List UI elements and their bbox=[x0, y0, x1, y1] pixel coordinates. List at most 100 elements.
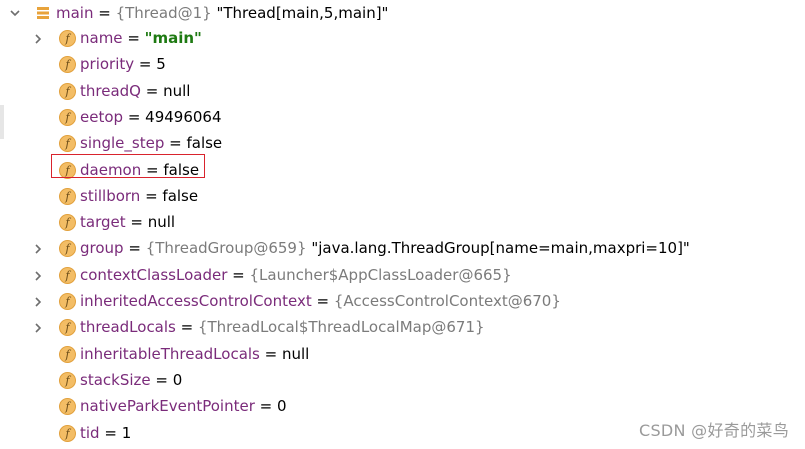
tree-row-threadQ[interactable]: f threadQ = null bbox=[0, 79, 805, 105]
field-icon: f bbox=[59, 109, 76, 126]
field-icon: f bbox=[59, 56, 76, 73]
field-text: contextClassLoader = {Launcher$AppClassL… bbox=[80, 266, 512, 284]
field-value: null bbox=[163, 82, 191, 100]
tree-row-inheritedAccessControlContext[interactable]: f inheritedAccessControlContext = {Access… bbox=[0, 289, 805, 315]
field-name: group bbox=[80, 239, 124, 257]
field-text: target = null bbox=[80, 213, 175, 231]
field-icon: f bbox=[59, 319, 76, 336]
watermark: CSDN @好奇的菜鸟 bbox=[638, 421, 789, 440]
field-name: threadQ bbox=[80, 82, 141, 100]
field-value: "main" bbox=[144, 29, 202, 47]
field-equals: = bbox=[134, 55, 157, 73]
field-equals: = bbox=[140, 82, 164, 100]
field-name: target bbox=[80, 213, 126, 231]
tree-row-contextClassLoader[interactable]: f contextClassLoader = {Launcher$AppClass… bbox=[0, 263, 805, 289]
chevron-right-icon[interactable] bbox=[31, 32, 45, 46]
field-icon: f bbox=[59, 188, 76, 205]
field-text: name = "main" bbox=[80, 29, 202, 47]
field-text: single_step = false bbox=[80, 134, 222, 152]
field-name: eetop bbox=[80, 108, 124, 126]
field-icon: f bbox=[59, 398, 76, 415]
field-value: false bbox=[162, 187, 199, 205]
field-value: 0 bbox=[277, 397, 287, 415]
field-icon: f bbox=[59, 240, 76, 257]
field-equals: = bbox=[175, 318, 198, 336]
field-icon: f bbox=[59, 30, 76, 47]
field-value: null bbox=[147, 213, 176, 231]
field-icon: f bbox=[59, 346, 76, 363]
field-name: inheritableThreadLocals bbox=[80, 345, 260, 363]
field-equals: = bbox=[122, 29, 145, 47]
field-equals: = bbox=[140, 187, 163, 205]
field-name: inheritedAccessControlContext bbox=[80, 292, 312, 310]
field-equals: = bbox=[254, 397, 277, 415]
field-value: null bbox=[282, 345, 310, 363]
field-icon: f bbox=[59, 83, 76, 100]
field-value: 0 bbox=[172, 371, 183, 389]
field-ref: {ThreadGroup@659} bbox=[145, 239, 307, 257]
chevron-down-icon[interactable] bbox=[8, 6, 22, 20]
tree-row-root[interactable]: main = {Thread@1} "Thread[main,5,main]" bbox=[0, 0, 805, 26]
tree-row-eetop[interactable]: f eetop = 49496064 bbox=[0, 105, 805, 131]
field-name: contextClassLoader bbox=[80, 266, 228, 284]
field-name: single_step bbox=[80, 134, 165, 152]
field-value: 1 bbox=[121, 424, 132, 442]
field-text: tid = 1 bbox=[80, 424, 131, 442]
highlight-annotation-box bbox=[51, 154, 205, 178]
chevron-right-icon[interactable] bbox=[31, 321, 45, 335]
field-icon: f bbox=[59, 372, 76, 389]
tree-row-name[interactable]: f name = "main" bbox=[0, 26, 805, 52]
field-name: priority bbox=[80, 55, 135, 73]
root-name: main bbox=[56, 4, 94, 22]
field-name: tid bbox=[80, 424, 100, 442]
tree-row-threadLocals[interactable]: f threadLocals = {ThreadLocal$ThreadLocal… bbox=[0, 315, 805, 341]
field-text: priority = 5 bbox=[80, 55, 166, 73]
field-text: inheritedAccessControlContext = {AccessC… bbox=[80, 292, 561, 310]
field-text: nativeParkEventPointer = 0 bbox=[80, 397, 287, 415]
field-value: 49496064 bbox=[145, 108, 222, 126]
root-ref: {Thread@1} bbox=[115, 4, 212, 22]
field-text: group = {ThreadGroup@659} "java.lang.Thr… bbox=[80, 239, 690, 257]
field-text: threadLocals = {ThreadLocal$ThreadLocalM… bbox=[80, 318, 485, 336]
field-value: "java.lang.ThreadGroup[name=main,maxpri=… bbox=[311, 239, 690, 257]
field-value: 5 bbox=[156, 55, 166, 73]
field-equals: = bbox=[123, 239, 146, 257]
chevron-right-icon[interactable] bbox=[31, 242, 45, 256]
field-equals: = bbox=[123, 108, 146, 126]
field-icon: f bbox=[59, 267, 76, 284]
tree-row-target[interactable]: f target = null bbox=[0, 210, 805, 236]
variable-icon bbox=[36, 6, 50, 20]
field-ref: {AccessControlContext@670} bbox=[333, 292, 561, 310]
field-equals: = bbox=[164, 134, 187, 152]
root-value: "Thread[main,5,main]" bbox=[216, 4, 389, 22]
tree-row-priority[interactable]: f priority = 5 bbox=[0, 52, 805, 78]
field-text: threadQ = null bbox=[80, 82, 190, 100]
field-equals: = bbox=[150, 371, 173, 389]
field-name: stillborn bbox=[80, 187, 141, 205]
chevron-right-icon[interactable] bbox=[31, 269, 45, 283]
field-text: inheritableThreadLocals = null bbox=[80, 345, 309, 363]
tree-row-stillborn[interactable]: f stillborn = false bbox=[0, 184, 805, 210]
field-icon: f bbox=[59, 293, 76, 310]
root-text: main = {Thread@1} "Thread[main,5,main]" bbox=[56, 4, 388, 22]
field-ref: {ThreadLocal$ThreadLocalMap@671} bbox=[197, 318, 485, 336]
field-text: eetop = 49496064 bbox=[80, 108, 222, 126]
field-equals: = bbox=[259, 345, 282, 363]
field-text: stillborn = false bbox=[80, 187, 198, 205]
field-icon: f bbox=[59, 214, 76, 231]
field-equals: = bbox=[125, 213, 148, 231]
tree-row-stackSize[interactable]: f stackSize = 0 bbox=[0, 368, 805, 394]
tree-row-inheritableThreadLocals[interactable]: f inheritableThreadLocals = null bbox=[0, 342, 805, 368]
chevron-right-icon[interactable] bbox=[31, 295, 45, 309]
field-value: false bbox=[186, 134, 223, 152]
field-name: nativeParkEventPointer bbox=[80, 397, 255, 415]
field-name: name bbox=[80, 29, 123, 47]
field-name: threadLocals bbox=[80, 318, 176, 336]
field-ref: {Launcher$AppClassLoader@665} bbox=[249, 266, 512, 284]
field-equals: = bbox=[99, 424, 122, 442]
field-text: stackSize = 0 bbox=[80, 371, 182, 389]
field-icon: f bbox=[59, 135, 76, 152]
field-equals: = bbox=[311, 292, 334, 310]
tree-row-group[interactable]: f group = {ThreadGroup@659} "java.lang.Th… bbox=[0, 236, 805, 262]
field-equals: = bbox=[227, 266, 250, 284]
